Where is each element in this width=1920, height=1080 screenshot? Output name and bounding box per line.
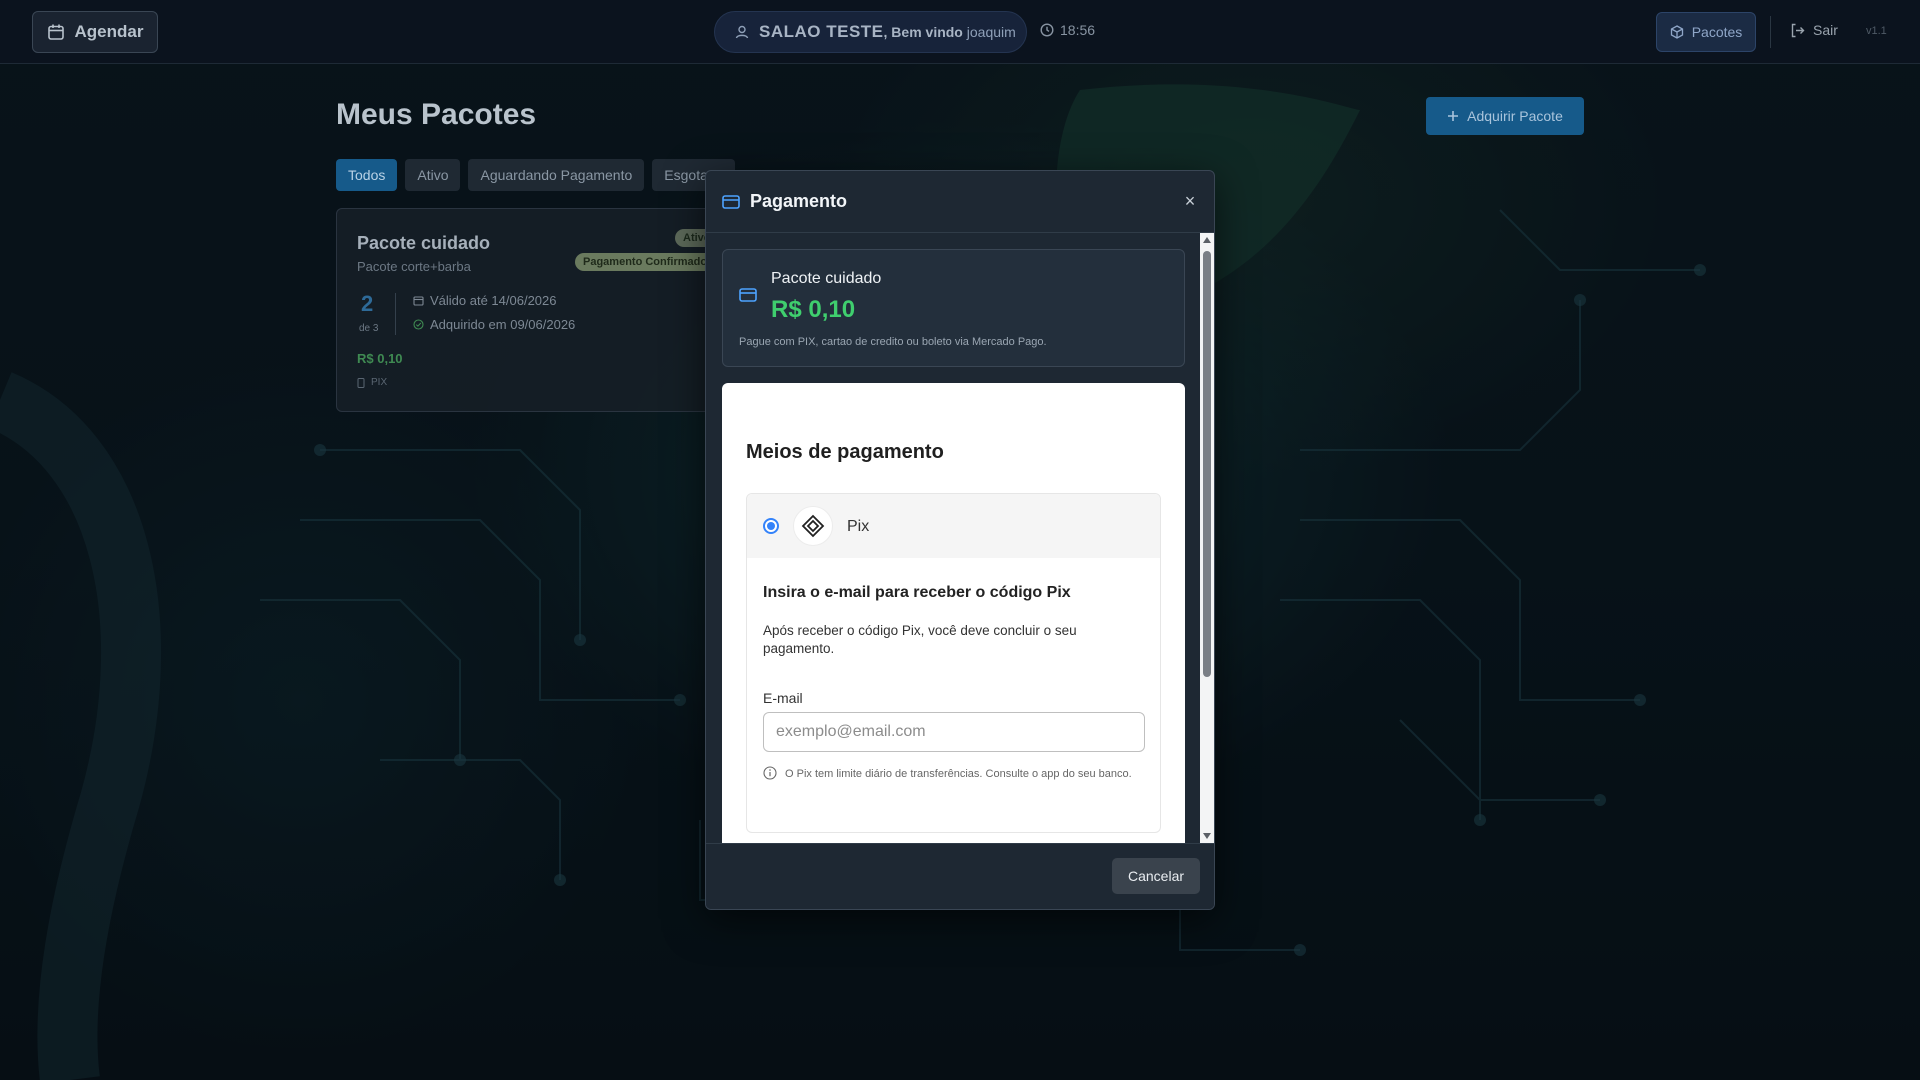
user-icon: [735, 25, 749, 39]
close-icon[interactable]: ×: [1180, 191, 1200, 211]
card-divider: [395, 293, 396, 335]
check-circle-icon: [413, 319, 424, 330]
package-subtitle: Pacote corte+barba: [357, 259, 471, 274]
status-filters: Todos Ativo Aguardando Pagamento Esgotad…: [336, 159, 736, 191]
total-count: de 3: [359, 323, 379, 334]
pix-option-panel: Pix Insira o e-mail para receber o códig…: [746, 493, 1161, 833]
phone-icon: [357, 377, 365, 388]
summary-description: Pague com PIX, cartao de credito ou bole…: [739, 336, 1047, 348]
payment-methods-heading: Meios de pagamento: [746, 441, 944, 463]
username: joaquim: [966, 24, 1016, 40]
modal-header: Pagamento ×: [706, 171, 1214, 233]
pacotes-button[interactable]: Pacotes: [1656, 12, 1756, 52]
adquirir-label: Adquirir Pacote: [1467, 108, 1563, 124]
valid-until: Válido até 14/06/2026: [413, 293, 557, 308]
plus-icon: [1448, 111, 1459, 121]
payment-method: PIX: [357, 377, 387, 388]
scrollbar-thumb[interactable]: [1203, 251, 1211, 677]
agendar-label: Agendar: [74, 22, 144, 41]
package-icon: [1670, 25, 1683, 39]
pix-logo-icon: [793, 506, 833, 546]
acquired-on: Adquirido em 09/06/2026: [413, 317, 575, 332]
modal-footer: Cancelar: [706, 843, 1214, 909]
scroll-up-icon[interactable]: [1203, 237, 1211, 243]
acquired-on-text: Adquirido em 09/06/2026: [430, 317, 576, 332]
scroll-down-icon[interactable]: [1203, 833, 1211, 839]
welcome-text: , Bem vindo: [883, 24, 963, 40]
filter-aguardando-pagamento[interactable]: Aguardando Pagamento: [468, 159, 645, 191]
summary-package-name: Pacote cuidado: [771, 270, 882, 287]
clock: 18:56: [1040, 22, 1095, 38]
used-count: 2: [361, 291, 374, 316]
credit-card-icon: [739, 288, 757, 302]
cancel-button[interactable]: Cancelar: [1112, 858, 1200, 894]
payment-brick: Meios de pagamento Pix Insira o e-mail p…: [722, 383, 1185, 843]
logout-icon: [1791, 23, 1805, 37]
page-title: Meus Pacotes: [336, 98, 537, 131]
pix-limit-note: O Pix tem limite diário de transferência…: [763, 766, 1143, 783]
modal-title: Pagamento: [750, 191, 848, 211]
sair-label: Sair: [1813, 22, 1838, 38]
pix-instructions-text: Após receber o código Pix, você deve con…: [763, 623, 1077, 656]
payment-modal: Pagamento × Pacote cuidado R$ 0,10 Pague…: [705, 170, 1215, 910]
calendar-icon: [47, 24, 64, 40]
agendar-button[interactable]: Agendar: [32, 11, 158, 53]
version-label: v1.1: [1866, 25, 1887, 37]
clock-time: 18:56: [1060, 22, 1096, 38]
modal-scrollbar[interactable]: [1200, 233, 1214, 843]
calendar-icon: [413, 296, 424, 306]
pix-option[interactable]: Pix: [747, 494, 1160, 558]
pix-instructions-title: Insira o e-mail para receber o código Pi…: [763, 584, 1071, 601]
pacotes-label: Pacotes: [1691, 24, 1743, 40]
payment-status-badge: Pagamento Confirmado: [575, 253, 716, 271]
payment-method-text: PIX: [371, 377, 388, 388]
clock-icon: [1040, 23, 1054, 37]
top-bar: Agendar SALAO TESTE, Bem vindo joaquim 1…: [0, 0, 1920, 64]
package-summary: Pacote cuidado R$ 0,10 Pague com PIX, ca…: [722, 249, 1185, 367]
filter-ativo[interactable]: Ativo: [405, 159, 461, 191]
email-field[interactable]: [763, 712, 1145, 752]
email-label: E-mail: [763, 690, 803, 706]
adquirir-pacote-button[interactable]: Adquirir Pacote: [1426, 97, 1584, 135]
summary-amount: R$ 0,10: [771, 296, 856, 323]
package-price: R$ 0,10: [357, 351, 403, 366]
pix-option-label: Pix: [847, 518, 870, 535]
user-greeting: SALAO TESTE, Bem vindo joaquim: [714, 11, 1027, 53]
package-card[interactable]: Pacote cuidado Pacote corte+barba Ativo …: [336, 208, 719, 412]
salao-name: SALAO TESTE: [759, 22, 884, 41]
package-title: Pacote cuidado: [357, 233, 491, 253]
info-icon: [763, 766, 777, 780]
pix-radio[interactable]: [763, 518, 779, 534]
topbar-divider: [1770, 16, 1771, 48]
pix-limit-text: O Pix tem limite diário de transferência…: [785, 768, 1132, 780]
valid-until-text: Válido até 14/06/2026: [430, 293, 557, 308]
credit-card-icon: [722, 194, 740, 209]
modal-body: Pacote cuidado R$ 0,10 Pague com PIX, ca…: [706, 233, 1214, 843]
sair-button[interactable]: Sair: [1790, 22, 1838, 38]
filter-todos[interactable]: Todos: [336, 159, 398, 191]
